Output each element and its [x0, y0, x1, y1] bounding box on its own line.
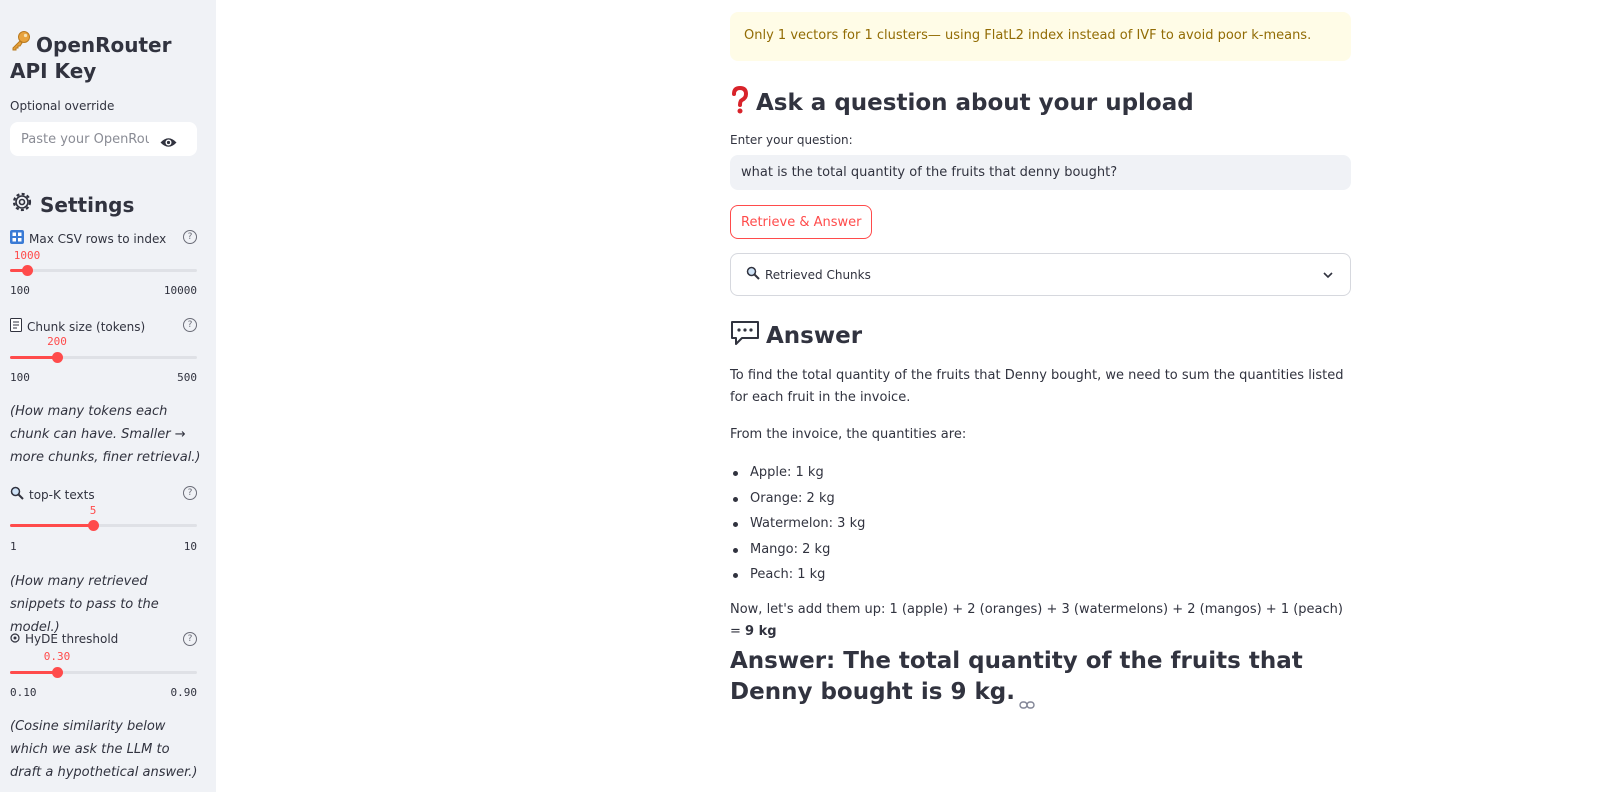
- hyde-icon: [10, 632, 20, 646]
- top-k-note: (How many retrieved snippets to pass to …: [10, 574, 159, 635]
- list-item: Peach: 1 kg: [730, 562, 1351, 588]
- document-icon: [10, 318, 22, 335]
- chunk-size-value: 200: [47, 335, 67, 348]
- api-key-title: OpenRouter API Key: [10, 30, 206, 84]
- speech-bubble-icon: [730, 320, 760, 352]
- chunk-size-label: Chunk size (tokens) ?: [10, 318, 197, 335]
- api-key-field[interactable]: [10, 122, 197, 156]
- top-k-slider[interactable]: [10, 520, 197, 531]
- question-input[interactable]: what is the total quantity of the fruits…: [730, 155, 1351, 190]
- slider-thumb[interactable]: [52, 667, 63, 678]
- grid-icon: [10, 230, 24, 247]
- slider-fill: [10, 524, 93, 527]
- help-icon[interactable]: ?: [183, 486, 197, 500]
- chunk-size-note: (How many tokens each chunk can have. Sm…: [10, 404, 201, 465]
- slider-thumb[interactable]: [22, 265, 33, 276]
- sum-result: 9 kg: [745, 624, 777, 639]
- top-k-range: 1 10: [10, 540, 197, 553]
- chunk-size-slider[interactable]: [10, 352, 197, 363]
- sum-line: Now, let's add them up: 1 (apple) + 2 (o…: [730, 602, 1343, 639]
- hyde-threshold-range: 0.10 0.90: [10, 686, 197, 699]
- magnifier-icon: [10, 486, 24, 503]
- settings-title: Settings: [10, 190, 134, 219]
- answer-heading: Answer: [730, 320, 862, 352]
- ask-question-heading: Ask a question about your upload: [730, 85, 1194, 120]
- warning-alert: Only 1 vectors for 1 clusters— using Fla…: [730, 12, 1351, 61]
- top-k-label: top-K texts ?: [10, 486, 197, 503]
- slider-fill: [10, 356, 57, 359]
- hyde-threshold-label: HyDE threshold ?: [10, 632, 197, 646]
- slider-thumb[interactable]: [88, 520, 99, 531]
- chevron-down-icon[interactable]: [1322, 269, 1334, 281]
- key-icon: [10, 30, 36, 58]
- help-icon[interactable]: ?: [183, 632, 197, 646]
- chunk-size-range: 100 500: [10, 371, 197, 384]
- expander-label: Retrieved Chunks: [765, 267, 871, 282]
- retrieved-chunks-expander[interactable]: Retrieved Chunks: [730, 253, 1351, 296]
- list-item: Mango: 2 kg: [730, 537, 1351, 563]
- answer-from-invoice: From the invoice, the quantities are:: [730, 427, 967, 442]
- hyde-threshold-value: 0.30: [43, 650, 71, 663]
- slider-thumb[interactable]: [52, 352, 63, 363]
- list-item: Apple: 1 kg: [730, 460, 1351, 486]
- override-label: Optional override: [10, 99, 115, 113]
- retrieve-answer-button[interactable]: Retrieve & Answer: [730, 205, 873, 239]
- list-item: Orange: 2 kg: [730, 486, 1351, 512]
- max-csv-rows-range: 100 10000: [10, 284, 197, 297]
- eye-icon[interactable]: [160, 133, 177, 147]
- max-csv-rows-label: Max CSV rows to index ?: [10, 230, 197, 247]
- hyde-threshold-note: (Cosine similarity below which we ask th…: [10, 719, 198, 780]
- answer-intro: To find the total quantity of the fruits…: [730, 368, 1344, 405]
- link-icon[interactable]: [1019, 688, 1035, 709]
- final-answer: Answer: The total quantity of the fruits…: [730, 646, 1351, 709]
- top-k-value: 5: [89, 504, 97, 517]
- max-csv-rows-value: 1000: [13, 249, 41, 262]
- question-label: Enter your question:: [730, 133, 853, 147]
- question-mark-icon: [730, 85, 750, 120]
- fruit-list: Apple: 1 kg Orange: 2 kg Watermelon: 3 k…: [730, 460, 1351, 588]
- slider-fill: [10, 671, 57, 674]
- magnifier-icon: [746, 266, 760, 283]
- help-icon[interactable]: ?: [183, 230, 197, 244]
- gear-icon: [10, 190, 34, 219]
- max-csv-rows-slider[interactable]: [10, 265, 197, 276]
- sidebar: OpenRouter API Key Optional override Set…: [0, 0, 216, 792]
- api-key-input[interactable]: [21, 131, 149, 147]
- hyde-threshold-slider[interactable]: [10, 667, 197, 678]
- help-icon[interactable]: ?: [183, 318, 197, 332]
- list-item: Watermelon: 3 kg: [730, 511, 1351, 537]
